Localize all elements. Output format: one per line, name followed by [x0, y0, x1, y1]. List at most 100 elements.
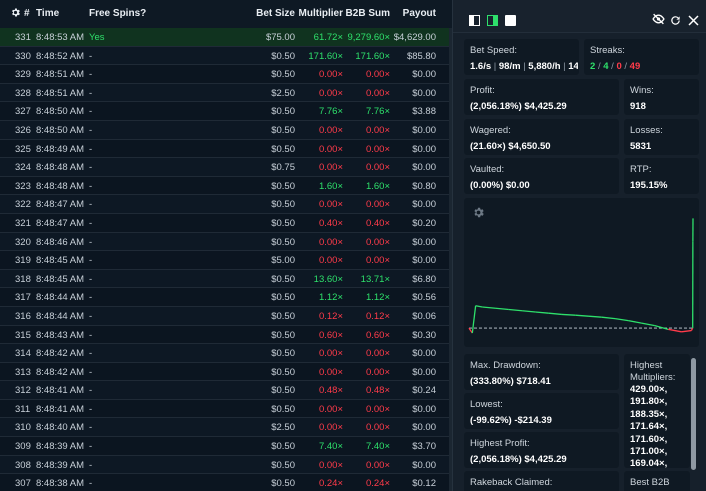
table-row[interactable]: 324 8:48:48 AM - $0.75 0.00× 0.00× $0.00	[0, 158, 452, 177]
table-row[interactable]: 314 8:48:42 AM - $0.50 0.00× 0.00× $0.00	[0, 344, 452, 363]
row-id: 326	[15, 124, 31, 136]
table-row[interactable]: 326 8:48:50 AM - $0.50 0.00× 0.00× $0.00	[0, 120, 452, 140]
row-time: 8:48:44 AM	[36, 292, 85, 304]
best-b2b-label: Best B2B	[630, 477, 670, 488]
row-b2b-sum: 0.00×	[365, 459, 390, 471]
highest-profit-card: Highest Profit: (2,056.18%) $4,425.29	[464, 432, 619, 468]
row-payout: $0.00	[412, 236, 436, 248]
lowest-card: Lowest: (-99.62%) -$214.39	[464, 393, 619, 429]
panel-left-icon[interactable]	[469, 13, 480, 26]
table-row[interactable]: 308 8:48:39 AM - $0.50 0.00× 0.00× $0.00	[0, 455, 452, 475]
row-payout: $85.80	[406, 50, 436, 62]
row-time: 8:48:51 AM	[36, 87, 85, 99]
row-free-spins: -	[89, 441, 93, 453]
row-payout: $0.56	[412, 292, 436, 304]
row-bet-size: $0.50	[271, 143, 295, 155]
table-row[interactable]: 321 8:48:47 AM - $0.50 0.40× 0.40× $0.20	[0, 214, 452, 233]
lowest-value: (-99.62%) -$214.39	[470, 415, 552, 426]
chart-line-segment	[508, 308, 523, 312]
row-free-spins: -	[89, 50, 93, 62]
row-free-spins: -	[89, 422, 93, 434]
row-multiplier: 0.00×	[318, 124, 343, 136]
highest-multiplier-item: 429.00×,	[630, 384, 668, 395]
row-payout: $0.00	[412, 366, 436, 378]
table-row[interactable]: 313 8:48:42 AM - $0.50 0.00× 0.00× $0.00	[0, 363, 452, 382]
col-header-b2b-sum[interactable]: B2B Sum	[346, 8, 390, 19]
row-time: 8:48:52 AM	[36, 50, 85, 62]
row-id: 308	[15, 459, 31, 471]
table-row[interactable]: 331 8:48:53 AM Yes $75.00 61.72× 9,279.60× $4,…	[0, 28, 452, 47]
table-row[interactable]: 329 8:48:51 AM - $0.50 0.00× 0.00× $0.00	[0, 65, 452, 84]
row-payout: $4,629.00	[393, 32, 436, 43]
table-row[interactable]: 320 8:48:46 AM - $0.50 0.00× 0.00× $0.00	[0, 232, 452, 252]
table-row[interactable]: 330 8:48:52 AM - $0.50 171.60× 171.60× $85.80	[0, 46, 452, 66]
row-time: 8:48:50 AM	[36, 124, 85, 136]
streaks-label: Streaks:	[590, 45, 625, 56]
table-row[interactable]: 323 8:48:48 AM - $0.50 1.60× 1.60× $0.80	[0, 177, 452, 196]
row-time: 8:48:41 AM	[36, 403, 85, 415]
table-row[interactable]: 309 8:48:39 AM - $0.50 7.40× 7.40× $3.70	[0, 437, 452, 456]
row-time: 8:48:46 AM	[36, 236, 85, 248]
row-time: 8:48:47 AM	[36, 199, 85, 211]
row-b2b-sum: 0.00×	[365, 348, 390, 360]
row-b2b-sum: 0.00×	[365, 236, 390, 248]
row-bet-size: $0.50	[271, 236, 295, 248]
square-icon[interactable]	[505, 13, 516, 26]
col-header-free-spins[interactable]: Free Spins?	[89, 8, 146, 19]
row-time: 8:48:48 AM	[36, 162, 85, 174]
table-row[interactable]: 311 8:48:41 AM - $0.50 0.00× 0.00× $0.00	[0, 400, 452, 419]
row-free-spins: -	[89, 106, 93, 118]
row-id: 311	[15, 403, 31, 415]
table-row[interactable]: 322 8:48:47 AM - $0.50 0.00× 0.00× $0.00	[0, 195, 452, 214]
row-time: 8:48:44 AM	[36, 310, 85, 322]
row-b2b-sum: 9,279.60×	[347, 32, 390, 43]
row-payout: $3.88	[412, 106, 436, 118]
row-time: 8:48:42 AM	[36, 348, 85, 360]
table-row[interactable]: 319 8:48:45 AM - $5.00 0.00× 0.00× $0.00	[0, 251, 452, 270]
row-free-spins: -	[89, 478, 93, 490]
row-time: 8:48:39 AM	[36, 441, 85, 453]
row-time: 8:48:41 AM	[36, 385, 85, 397]
col-header-payout[interactable]: Payout	[403, 8, 436, 19]
table-row[interactable]: 315 8:48:43 AM - $0.50 0.60× 0.60× $0.30	[0, 326, 452, 345]
table-row[interactable]: 310 8:48:40 AM - $2.50 0.00× 0.00× $0.00	[0, 418, 452, 438]
profit-line-svg	[468, 218, 694, 334]
col-header-bet-size[interactable]: Bet Size	[256, 8, 295, 19]
row-free-spins: -	[89, 87, 93, 99]
rtp-value: 195.15%	[630, 180, 668, 191]
rakeback-card: Rakeback Claimed:	[464, 471, 619, 491]
col-header-id[interactable]: #	[24, 8, 30, 19]
table-row[interactable]: 317 8:48:44 AM - $0.50 1.12× 1.12× $0.56	[0, 288, 452, 307]
refresh-icon[interactable]	[670, 13, 681, 25]
wagered-value: (21.60×) $4,650.50	[470, 141, 551, 152]
table-row[interactable]: 316 8:48:44 AM - $0.50 0.12× 0.12× $0.06	[0, 306, 452, 326]
row-id: 316	[15, 310, 31, 322]
row-bet-size: $0.50	[271, 217, 295, 229]
row-multiplier: 0.48×	[318, 385, 343, 397]
table-row[interactable]: 328 8:48:51 AM - $2.50 0.00× 0.00× $0.00	[0, 83, 452, 103]
row-multiplier: 0.00×	[318, 422, 343, 434]
table-row[interactable]: 325 8:48:49 AM - $0.50 0.00× 0.00× $0.00	[0, 140, 452, 159]
row-payout: $0.00	[412, 124, 436, 136]
table-row[interactable]: 312 8:48:41 AM - $0.50 0.48× 0.48× $0.24	[0, 381, 452, 400]
col-header-multiplier[interactable]: Multiplier	[299, 8, 343, 19]
col-header-time[interactable]: Time	[36, 8, 59, 19]
row-multiplier: 0.00×	[318, 366, 343, 378]
stats-scrollbar[interactable]	[691, 358, 696, 470]
table-row[interactable]: 307 8:48:38 AM - $0.50 0.24× 0.24× $0.12	[0, 474, 452, 491]
row-free-spins: -	[89, 292, 93, 304]
row-id: 319	[15, 255, 31, 267]
panel-right-icon[interactable]	[487, 13, 498, 26]
row-free-spins: -	[89, 403, 93, 415]
close-icon[interactable]	[688, 13, 699, 26]
row-bet-size: $0.50	[271, 199, 295, 211]
row-free-spins: -	[89, 385, 93, 397]
row-bet-size: $2.50	[271, 87, 295, 99]
table-row[interactable]: 327 8:48:50 AM - $0.50 7.76× 7.76× $3.88	[0, 102, 452, 121]
chart-line-segment	[654, 324, 669, 330]
table-row[interactable]: 318 8:48:45 AM - $0.50 13.60× 13.71× $6.80	[0, 269, 452, 289]
row-multiplier: 1.60×	[318, 180, 343, 192]
eye-off-icon[interactable]	[652, 12, 665, 25]
settings-gear-icon[interactable]	[10, 7, 21, 21]
row-bet-size: $2.50	[271, 422, 295, 434]
